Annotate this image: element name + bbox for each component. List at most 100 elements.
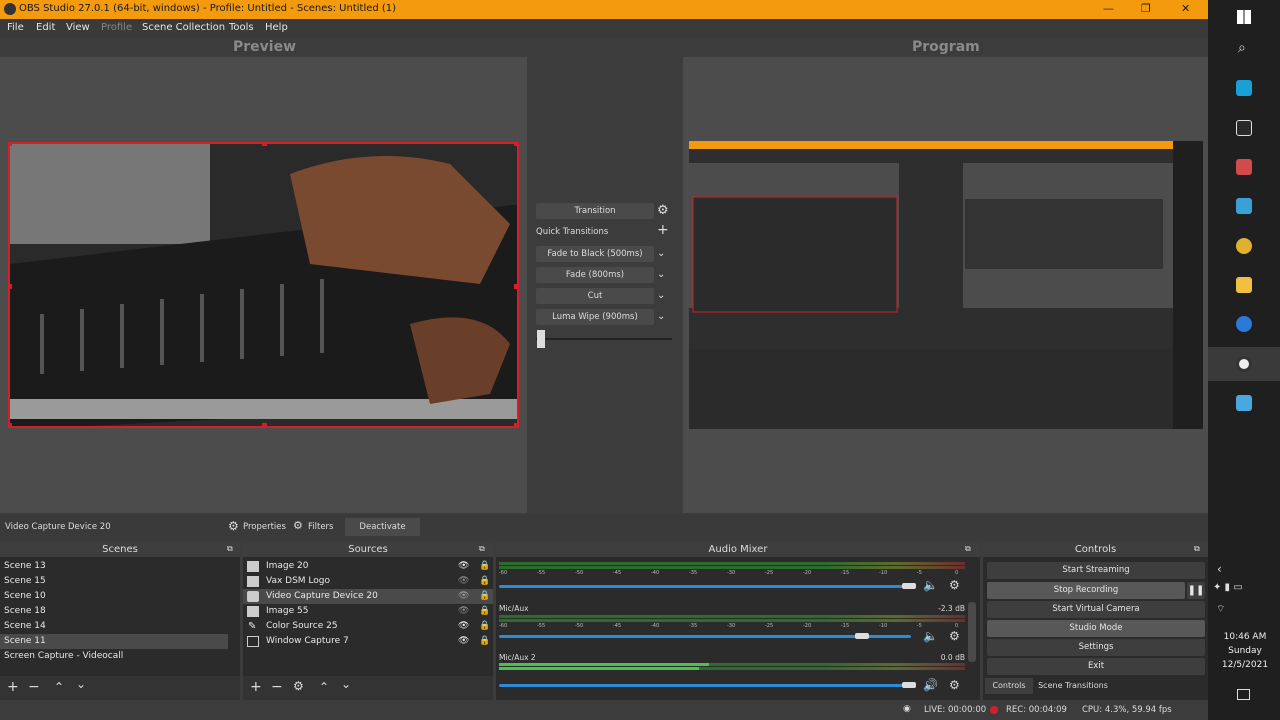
app-icon[interactable] (1236, 395, 1252, 411)
app-icon[interactable] (1236, 80, 1252, 96)
wifi-icon[interactable]: ⌔ (1216, 603, 1225, 616)
gear-icon[interactable]: ⚙ (949, 578, 960, 592)
dock-float-icon[interactable]: ⧉ (1194, 544, 1200, 554)
chevron-down-icon[interactable]: ⌄ (657, 248, 665, 259)
volume-slider-handle[interactable] (855, 633, 869, 639)
add-icon[interactable]: + (250, 679, 262, 695)
menu-help[interactable]: Help (265, 22, 288, 33)
gear-icon[interactable]: ⚙ (293, 679, 304, 693)
eye-icon[interactable]: 👁 (458, 604, 469, 619)
properties-button[interactable]: Properties (243, 522, 286, 532)
quick-transition-fade[interactable]: Fade (800ms) (536, 267, 654, 283)
gear-icon[interactable]: ⚙ (657, 203, 669, 218)
remove-icon[interactable]: − (271, 679, 283, 695)
lock-icon[interactable]: 🔒 (479, 589, 490, 604)
edge-icon[interactable] (1236, 316, 1252, 332)
menu-edit[interactable]: Edit (36, 22, 55, 33)
lock-icon[interactable]: 🔒 (479, 574, 490, 589)
tab-scene-transitions[interactable]: Scene Transitions (1035, 678, 1111, 694)
clock-date[interactable]: 12/5/2021 (1220, 660, 1270, 670)
obs-icon[interactable] (1236, 356, 1252, 372)
clock-time[interactable]: 10:46 AM (1220, 632, 1270, 642)
eye-icon[interactable]: 👁 (458, 589, 469, 604)
chevron-up-icon[interactable]: ⌃ (54, 680, 64, 694)
eye-icon[interactable]: 👁 (458, 619, 469, 634)
clock-day[interactable]: Sunday (1220, 646, 1270, 656)
source-item[interactable]: Image 55 👁 🔒 (243, 604, 493, 619)
lock-icon[interactable]: 🔒 (479, 619, 490, 634)
notification-icon[interactable] (1237, 689, 1250, 700)
eye-icon[interactable]: 👁 (458, 559, 469, 574)
app-icon[interactable] (1236, 159, 1252, 175)
gear-icon[interactable]: ⚙ (949, 678, 960, 692)
preview-video-source[interactable] (8, 142, 519, 428)
scene-item-selected[interactable]: Scene 11 (0, 634, 228, 649)
menu-profile[interactable]: Profile (101, 22, 132, 33)
exit-button[interactable]: Exit (987, 658, 1205, 675)
search-icon[interactable]: ⌕ (1238, 40, 1246, 56)
speaker-muted-icon[interactable]: 🔈 (923, 578, 938, 592)
minimize-button[interactable]: — (1103, 2, 1114, 15)
scene-item[interactable]: Scene 18 (0, 604, 228, 619)
lock-icon[interactable]: 🔒 (479, 559, 490, 574)
eye-icon[interactable]: 👁 (458, 574, 469, 589)
volume-slider[interactable] (499, 585, 911, 588)
scene-item[interactable]: Scene 13 (0, 559, 228, 574)
volume-slider-handle[interactable] (902, 583, 916, 589)
source-item[interactable]: Window Capture 7 👁 🔒 (243, 634, 493, 649)
tray-icons[interactable]: ✦ ▮ ▭ (1213, 582, 1243, 593)
speaker-icon[interactable]: 🔊 (923, 678, 938, 692)
stop-recording-button[interactable]: Stop Recording (987, 582, 1185, 599)
chevron-down-icon[interactable]: ⌄ (341, 677, 351, 691)
close-button[interactable]: ✕ (1181, 2, 1190, 15)
volume-slider[interactable] (499, 684, 911, 687)
dock-float-icon[interactable]: ⧉ (227, 544, 233, 554)
quick-transition-cut[interactable]: Cut (536, 288, 654, 304)
add-icon[interactable]: + (657, 222, 669, 238)
scene-item[interactable]: Screen Capture - Videocall (0, 649, 228, 664)
app-icon[interactable] (1236, 120, 1252, 136)
tab-controls[interactable]: Controls (985, 678, 1033, 694)
start-virtual-camera-button[interactable]: Start Virtual Camera (987, 601, 1205, 618)
volume-slider[interactable] (499, 635, 911, 638)
app-icon[interactable] (1236, 198, 1252, 214)
volume-slider-handle[interactable] (902, 682, 916, 688)
remove-icon[interactable]: − (28, 679, 40, 695)
chevron-down-icon[interactable]: ⌄ (657, 311, 665, 322)
lock-icon[interactable]: 🔒 (479, 604, 490, 619)
chevron-up-icon[interactable]: ⌃ (319, 680, 329, 694)
chrome-icon[interactable] (1236, 238, 1252, 254)
scene-item[interactable]: Scene 14 (0, 619, 228, 634)
scene-item[interactable]: Scene 10 (0, 589, 228, 604)
windows-start-icon[interactable] (1237, 10, 1251, 24)
source-item[interactable]: Image 20 👁 🔒 (243, 559, 493, 574)
maximize-button[interactable]: ❐ (1141, 2, 1151, 15)
chevron-down-icon[interactable]: ⌄ (657, 269, 665, 280)
add-icon[interactable]: + (7, 679, 19, 695)
mixer-scrollbar[interactable] (968, 602, 976, 662)
menu-view[interactable]: View (66, 22, 90, 33)
menu-scene-collection[interactable]: Scene Collection (142, 22, 225, 33)
source-item[interactable]: Vax DSM Logo 👁 🔒 (243, 574, 493, 589)
eye-icon[interactable]: 👁 (458, 634, 469, 649)
chevron-down-icon[interactable]: ⌄ (657, 290, 665, 301)
file-explorer-icon[interactable] (1236, 277, 1252, 293)
menu-file[interactable]: File (7, 22, 24, 33)
source-item[interactable]: ✎ Color Source 25 👁 🔒 (243, 619, 493, 634)
gear-icon[interactable]: ⚙ (949, 629, 960, 643)
quick-transition-fade-black[interactable]: Fade to Black (500ms) (536, 246, 654, 262)
transition-button[interactable]: Transition (536, 203, 654, 219)
settings-button[interactable]: Settings (987, 639, 1205, 656)
menu-tools[interactable]: Tools (229, 22, 254, 33)
start-streaming-button[interactable]: Start Streaming (987, 562, 1205, 579)
filters-button[interactable]: Filters (308, 522, 333, 532)
chevron-left-icon[interactable]: ‹ (1217, 562, 1222, 576)
scene-item[interactable]: Scene 15 (0, 574, 228, 589)
source-item-selected[interactable]: Video Capture Device 20 👁 🔒 (243, 589, 493, 604)
speaker-muted-icon[interactable]: 🔈 (923, 629, 938, 643)
studio-mode-button[interactable]: Studio Mode (987, 620, 1205, 637)
lock-icon[interactable]: 🔒 (479, 634, 490, 649)
quick-transition-luma-wipe[interactable]: Luma Wipe (900ms) (536, 309, 654, 325)
pause-icon[interactable]: ❚❚ (1187, 582, 1205, 599)
dock-float-icon[interactable]: ⧉ (479, 544, 485, 554)
